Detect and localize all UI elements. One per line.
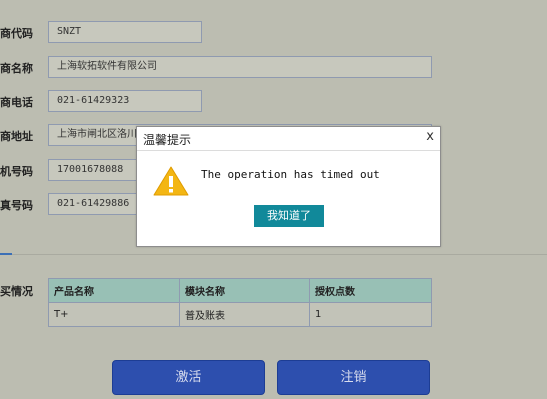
close-icon[interactable]: x: [426, 129, 434, 144]
cell-product: T+: [48, 302, 180, 327]
column-header-license-count: 授权点数: [309, 278, 432, 303]
label-merchant-code: 商代码: [0, 27, 33, 40]
label-fax: 真号码: [0, 199, 33, 212]
table-row: T+ 普及账表 1: [48, 302, 432, 327]
column-header-module: 模块名称: [179, 278, 310, 303]
dialog-title-divider: [137, 150, 440, 151]
label-merchant-phone: 商电话: [0, 96, 33, 109]
cancel-registration-button[interactable]: 注销: [277, 360, 430, 395]
license-table: 产品名称 模块名称 授权点数 T+ 普及账表 1: [48, 278, 432, 327]
cell-module: 普及账表: [179, 302, 310, 327]
merchant-name-field[interactable]: 上海软拓软件有限公司: [48, 56, 432, 78]
warning-icon: [153, 166, 189, 196]
column-header-product: 产品名称: [48, 278, 180, 303]
alert-dialog: 温馨提示 x The operation has timed out 我知道了: [136, 126, 441, 247]
activate-button[interactable]: 激活: [112, 360, 265, 395]
acknowledge-button[interactable]: 我知道了: [254, 205, 324, 227]
merchant-code-field[interactable]: SNZT: [48, 21, 202, 43]
table-header-row: 产品名称 模块名称 授权点数: [48, 278, 432, 303]
active-tab-indicator: [0, 253, 12, 255]
dialog-message: The operation has timed out: [201, 168, 380, 181]
cell-license-count: 1: [309, 302, 432, 327]
label-merchant-name: 商名称: [0, 62, 33, 75]
merchant-phone-field[interactable]: 021-61429323: [48, 90, 202, 112]
label-mobile: 机号码: [0, 165, 33, 178]
dialog-title: 温馨提示: [143, 133, 192, 147]
section-divider: [12, 254, 547, 255]
label-merchant-address: 商地址: [0, 130, 33, 143]
label-purchase-status: 买情况: [0, 285, 33, 298]
